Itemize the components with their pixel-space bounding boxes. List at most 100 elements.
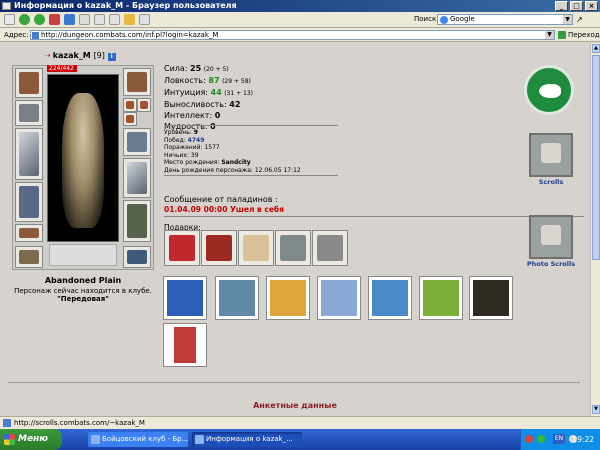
back-icon[interactable]	[19, 14, 30, 25]
earring-slot[interactable]	[123, 68, 151, 96]
gift-card[interactable]	[266, 276, 310, 320]
clan-logo[interactable]	[524, 65, 574, 115]
game-logo-slot	[49, 244, 117, 266]
location-room: "Передовая"	[57, 295, 109, 303]
tabs-icon[interactable]	[79, 14, 90, 25]
ring-icon	[126, 115, 134, 123]
gift-item[interactable]	[201, 230, 237, 266]
photo-scrolls-banner-icon	[529, 215, 573, 259]
clock: 19:22	[572, 435, 594, 444]
browser-icon	[195, 435, 204, 444]
character-info: Уровень: 9 Побед: 4749 Поражений: 1577 Н…	[164, 129, 301, 175]
ring-slot-2[interactable]	[137, 98, 151, 112]
history-icon[interactable]	[139, 14, 150, 25]
info-wins: Побед: 4749	[164, 137, 301, 145]
vertical-scrollbar[interactable]: ▲ ▼	[590, 43, 600, 416]
night-card-icon	[473, 280, 509, 316]
maximize-button[interactable]: □	[570, 1, 583, 11]
stat-value: 0	[214, 111, 221, 120]
ring-slot-3[interactable]	[123, 112, 137, 126]
taskbar-item-active[interactable]: Информация о kazak_...	[192, 432, 302, 447]
right-weapon-slot[interactable]	[123, 158, 151, 198]
tray-app-icon[interactable]	[525, 435, 533, 443]
gift-card[interactable]	[215, 276, 259, 320]
amulet-slot[interactable]	[15, 100, 43, 126]
location-title: Abandoned Plain	[44, 276, 122, 285]
new-page-icon[interactable]	[4, 14, 15, 25]
location-line: Персонаж сейчас находится в клубе.	[14, 287, 152, 295]
belt-slot[interactable]	[15, 224, 43, 242]
page-favicon-icon	[32, 32, 39, 39]
url-input[interactable]: http://dungeon.combats.com/inf.pl?login=…	[30, 30, 555, 40]
scrolls-banner-icon	[529, 133, 573, 177]
left-weapon-slot[interactable]	[15, 128, 43, 180]
divider	[164, 125, 338, 126]
info-birthplace: Место рождения: Sandcity	[164, 159, 301, 167]
armor-slot[interactable]	[15, 182, 43, 222]
url-dropdown-icon[interactable]: ▼	[545, 31, 554, 39]
info-label: Место рождения:	[164, 159, 220, 167]
location-info: Персонаж сейчас находится в клубе. "Пере…	[12, 287, 154, 303]
gift-card[interactable]	[469, 276, 513, 320]
profile-data-heading[interactable]: Анкетные данные	[0, 401, 590, 410]
scroll-down-icon[interactable]: ▼	[592, 405, 600, 414]
boots-slot[interactable]	[123, 246, 151, 268]
info-label: Уровень:	[164, 129, 192, 136]
hp-bar: 224/442	[47, 65, 77, 72]
search-dropdown-icon[interactable]: ▼	[563, 15, 572, 24]
gift-card[interactable]	[163, 276, 207, 320]
favorites-star-icon[interactable]	[124, 14, 135, 25]
search-label: Поиск:	[414, 15, 439, 23]
info-level: Уровень: 9	[164, 129, 301, 137]
ring-slot-1[interactable]	[123, 98, 137, 112]
ring-slot[interactable]	[15, 246, 43, 268]
info-badge-icon[interactable]: i	[107, 53, 116, 61]
gift-item[interactable]	[238, 230, 274, 266]
rocking-horse-icon	[206, 235, 232, 261]
stat-bonus: (31 + 13)	[224, 90, 253, 97]
search-input[interactable]: Google ▼	[437, 14, 573, 25]
language-indicator[interactable]: EN	[553, 434, 565, 444]
arrow-icon: ➝	[44, 51, 51, 60]
scroll-up-icon[interactable]: ▲	[592, 44, 600, 53]
window-titlebar: Информация о kazak_M - Браузер пользоват…	[0, 0, 600, 12]
info-label: День рождения персонажа:	[164, 166, 253, 174]
tray-network-icon[interactable]	[537, 435, 545, 443]
stat-label: Выносливость:	[164, 100, 227, 109]
info-value: Sandcity	[221, 159, 251, 167]
stop-icon[interactable]	[49, 14, 60, 25]
stat-agility: Ловкость: 87 (29 + 58)	[164, 75, 253, 87]
close-button[interactable]: ×	[585, 1, 598, 11]
taskbar-item[interactable]: Бойцовский клуб - Бр...	[88, 432, 188, 447]
search-go-icon[interactable]: ↗	[576, 15, 583, 24]
character-name[interactable]: kazak_M	[53, 51, 91, 60]
forward-icon[interactable]	[34, 14, 45, 25]
gift-item[interactable]	[275, 230, 311, 266]
gift-card[interactable]	[163, 323, 207, 367]
photo-scrolls-link[interactable]: Photo Scrolls	[520, 215, 582, 268]
refresh-icon[interactable]	[64, 14, 75, 25]
pants-slot[interactable]	[123, 200, 151, 242]
gift-card[interactable]	[419, 276, 463, 320]
green-card-icon	[423, 280, 459, 316]
bookmark-icon[interactable]	[94, 14, 105, 25]
helmet-slot[interactable]	[15, 68, 43, 98]
stat-label: Сила:	[164, 64, 188, 73]
start-button[interactable]: Меню	[0, 429, 62, 450]
gift-card[interactable]	[317, 276, 361, 320]
gift-item[interactable]	[312, 230, 348, 266]
gift-item[interactable]	[164, 230, 200, 266]
status-text: http://scrolls.combats.com/~kazak_M	[14, 419, 145, 427]
toolbar-icons	[4, 14, 150, 25]
stat-label: Ловкость:	[164, 76, 206, 85]
scrolls-link[interactable]: Scrolls	[527, 133, 575, 186]
gloves-slot[interactable]	[123, 128, 151, 156]
minimize-button[interactable]: _	[555, 1, 568, 11]
browser-app-icon	[2, 2, 11, 10]
scroll-thumb[interactable]	[592, 55, 600, 260]
gift-card[interactable]	[368, 276, 412, 320]
go-button[interactable]: Переход	[558, 30, 600, 40]
gloves-icon	[127, 132, 147, 152]
print-icon[interactable]	[109, 14, 120, 25]
character-header: ➝ kazak_M [9] i	[44, 51, 116, 61]
